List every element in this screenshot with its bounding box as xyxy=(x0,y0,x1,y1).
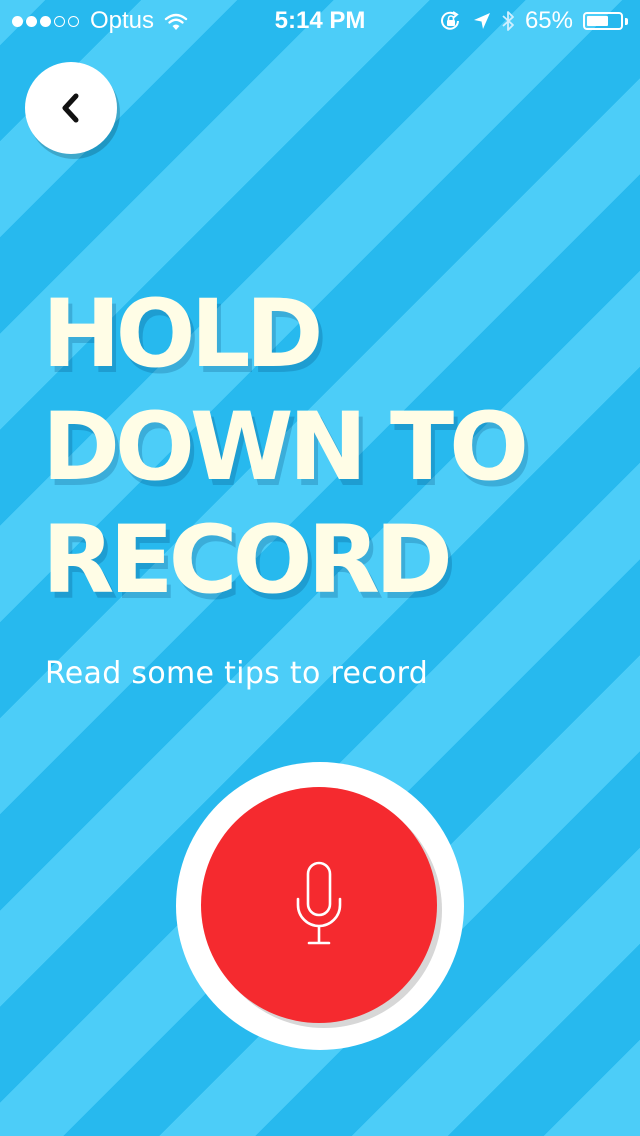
back-button[interactable] xyxy=(25,62,117,154)
battery-percent: 65% xyxy=(524,7,573,34)
battery-fill xyxy=(587,16,608,26)
record-button[interactable] xyxy=(201,787,437,1023)
headline-line-1: HOLD xyxy=(42,280,324,389)
status-right: 65% xyxy=(429,7,628,35)
headline-line-3: RECORD xyxy=(42,506,453,615)
chevron-left-icon xyxy=(62,93,79,123)
record-button-ring xyxy=(176,762,464,1050)
page-title: HOLD DOWN TO RECORD xyxy=(42,278,622,617)
recording-tips-link[interactable]: Read some tips to record xyxy=(45,656,428,691)
bluetooth-icon xyxy=(501,10,515,32)
battery-icon xyxy=(583,12,628,30)
orientation-lock-icon xyxy=(439,10,463,32)
headline-line-2: DOWN TO xyxy=(42,393,529,502)
location-arrow-icon xyxy=(473,12,491,30)
microphone-icon xyxy=(296,861,342,945)
status-bar: Optus 5:14 PM 65% xyxy=(0,0,640,40)
